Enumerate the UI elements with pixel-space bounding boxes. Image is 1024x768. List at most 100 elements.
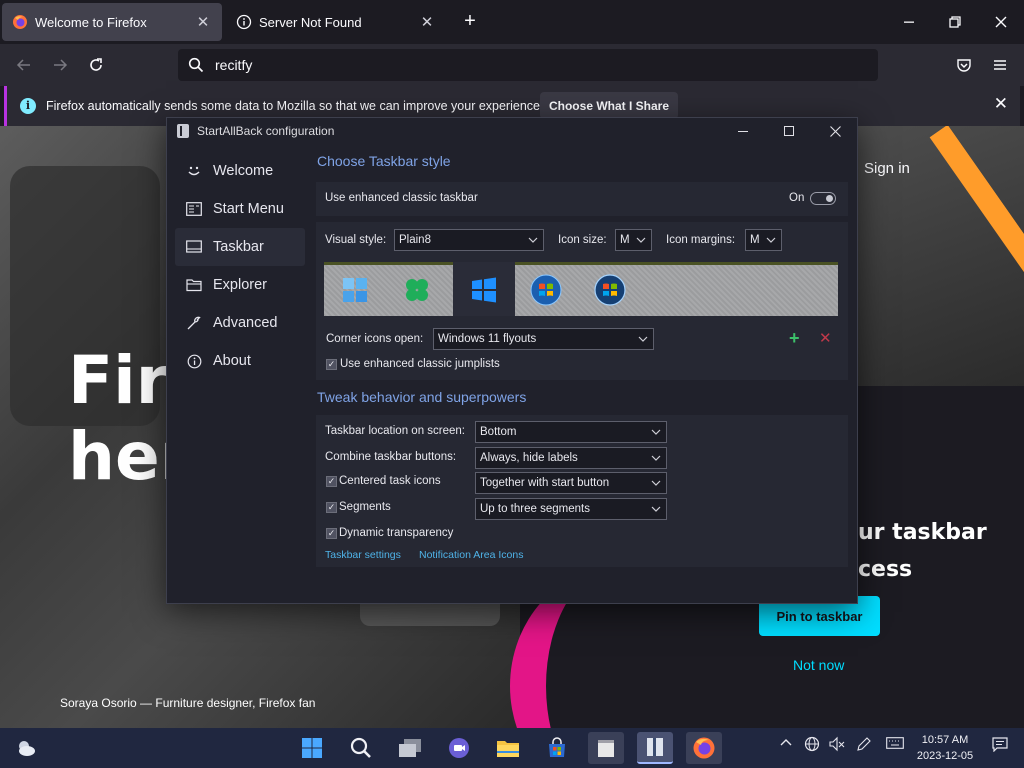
- icon-size-select[interactable]: M: [615, 229, 652, 251]
- reload-icon[interactable]: [82, 52, 110, 78]
- photo-caption: Soraya Osorio — Furniture designer, Fire…: [60, 696, 316, 710]
- sidebar-item-label: Taskbar: [213, 239, 264, 255]
- sidebar-item-about[interactable]: About: [175, 342, 305, 380]
- address-bar[interactable]: [178, 49, 878, 81]
- location-select[interactable]: Bottom: [475, 421, 667, 443]
- centered-icons-checkbox[interactable]: ✓: [326, 476, 337, 487]
- startallback-config-window: StartAllBack configuration Welcome Start…: [166, 117, 858, 604]
- start-button-windows-icon[interactable]: [294, 732, 330, 764]
- close-tab-icon[interactable]: ✕: [418, 13, 436, 31]
- clover-style-icon[interactable]: [401, 274, 433, 306]
- system-clock[interactable]: 10:57 AM 2023-12-05: [914, 732, 976, 764]
- info-icon: i: [20, 98, 36, 114]
- remove-icon[interactable]: ✕: [819, 329, 832, 347]
- windows-taskbar: 10:57 AM 2023-12-05: [0, 728, 1024, 768]
- url-input[interactable]: [215, 57, 815, 73]
- combine-select[interactable]: Always, hide labels: [475, 447, 667, 469]
- taskbar-settings-link[interactable]: Taskbar settings: [325, 549, 401, 561]
- sidebar-item-label: About: [213, 353, 251, 369]
- corner-icons-select[interactable]: Windows 11 flyouts: [433, 328, 654, 350]
- sidebar-item-taskbar[interactable]: Taskbar: [175, 228, 305, 266]
- chevron-down-icon: [638, 336, 648, 342]
- enhanced-taskbar-row: Use enhanced classic taskbar On: [316, 182, 848, 216]
- volume-muted-icon[interactable]: [829, 736, 845, 755]
- smile-icon: [185, 164, 203, 178]
- sign-in-link[interactable]: Sign in: [864, 160, 910, 177]
- tab-server-not-found[interactable]: Server Not Found ✕: [226, 3, 446, 41]
- chevron-up-icon[interactable]: [780, 736, 792, 752]
- taskbar-style-picker: [324, 262, 838, 316]
- windows-11-style-icon[interactable]: [339, 274, 371, 306]
- restore-button[interactable]: [932, 0, 978, 44]
- chevron-down-icon: [651, 455, 661, 461]
- notification-center-icon[interactable]: [992, 736, 1008, 755]
- microsoft-store-icon[interactable]: [539, 732, 575, 764]
- section-title-tweak-behavior: Tweak behavior and superpowers: [317, 389, 527, 405]
- notepad-app-icon[interactable]: [588, 732, 624, 764]
- search-icon: [188, 57, 206, 73]
- firefox-icon: [12, 14, 28, 30]
- segments-label: Segments: [339, 501, 391, 513]
- startallback-app-icon[interactable]: [637, 732, 673, 764]
- sidebar-item-welcome[interactable]: Welcome: [175, 152, 305, 190]
- icon-margins-value: M: [750, 234, 760, 246]
- notification-text: Firefox automatically sends some data to…: [46, 99, 544, 113]
- taskbar-style-card: Visual style: Plain8 Icon size: M Icon m…: [316, 222, 848, 380]
- add-icon[interactable]: +: [789, 328, 800, 349]
- dynamic-transparency-checkbox[interactable]: ✓: [326, 528, 337, 539]
- weather-icon[interactable]: [8, 732, 44, 764]
- sidebar-item-explorer[interactable]: Explorer: [175, 266, 305, 304]
- close-window-button[interactable]: [812, 118, 858, 144]
- segments-value: Up to three segments: [480, 503, 590, 515]
- jumplists-checkbox[interactable]: ✓: [326, 359, 337, 370]
- enhanced-taskbar-toggle[interactable]: [810, 192, 836, 205]
- pin-heading-line1: ur taskbar: [858, 520, 987, 545]
- segments-select[interactable]: Up to three segments: [475, 498, 667, 520]
- notification-area-icons-link[interactable]: Notification Area Icons: [419, 549, 523, 561]
- close-tab-icon[interactable]: ✕: [194, 13, 212, 31]
- section-title-taskbar-style: Choose Taskbar style: [317, 153, 451, 169]
- tab-label: Server Not Found: [259, 14, 362, 30]
- icon-margins-select[interactable]: M: [745, 229, 782, 251]
- sidebar-item-start-menu[interactable]: Start Menu: [175, 190, 305, 228]
- maximize-button[interactable]: [766, 118, 812, 144]
- sidebar-item-advanced[interactable]: Advanced: [175, 304, 305, 342]
- globe-network-icon[interactable]: [804, 736, 820, 755]
- minimize-button[interactable]: [886, 0, 932, 44]
- task-view-icon[interactable]: [392, 732, 428, 764]
- close-icon[interactable]: ✕: [994, 94, 1008, 114]
- keyboard-icon[interactable]: [886, 736, 904, 753]
- corner-icons-value: Windows 11 flyouts: [438, 333, 537, 345]
- chevron-down-icon: [651, 429, 661, 435]
- not-now-link[interactable]: Not now: [793, 657, 844, 673]
- new-tab-button[interactable]: +: [458, 10, 482, 34]
- pen-icon[interactable]: [856, 736, 872, 755]
- minimize-button[interactable]: [720, 118, 766, 144]
- windows-7-orb-icon[interactable]: [530, 274, 562, 306]
- info-icon: [185, 354, 203, 369]
- chevron-down-icon: [528, 237, 538, 243]
- tab-label: Welcome to Firefox: [35, 14, 147, 30]
- firefox-icon[interactable]: [686, 732, 722, 764]
- visual-style-label: Visual style:: [325, 234, 387, 246]
- choose-what-i-share-button[interactable]: Choose What I Share: [540, 92, 678, 119]
- sidebar-item-label: Welcome: [213, 163, 274, 179]
- tab-welcome[interactable]: Welcome to Firefox ✕: [2, 3, 222, 41]
- centered-icons-select[interactable]: Together with start button: [475, 472, 667, 494]
- menu-icon[interactable]: [986, 52, 1014, 78]
- clock-time: 10:57 AM: [921, 734, 969, 746]
- location-value: Bottom: [480, 426, 517, 438]
- corner-icons-label: Corner icons open:: [326, 333, 424, 345]
- segments-checkbox[interactable]: ✓: [326, 502, 337, 513]
- clock-date: 2023-12-05: [916, 750, 974, 762]
- chat-icon[interactable]: [441, 732, 477, 764]
- search-icon[interactable]: [343, 732, 379, 764]
- forward-arrow-icon[interactable]: [46, 52, 74, 78]
- back-arrow-icon[interactable]: [10, 52, 38, 78]
- pocket-icon[interactable]: [950, 52, 978, 78]
- windows-vista-orb-icon[interactable]: [594, 274, 626, 306]
- windows-10-style-icon[interactable]: [468, 274, 500, 306]
- visual-style-select[interactable]: Plain8: [394, 229, 544, 251]
- file-explorer-icon[interactable]: [490, 732, 526, 764]
- close-window-button[interactable]: [978, 0, 1024, 44]
